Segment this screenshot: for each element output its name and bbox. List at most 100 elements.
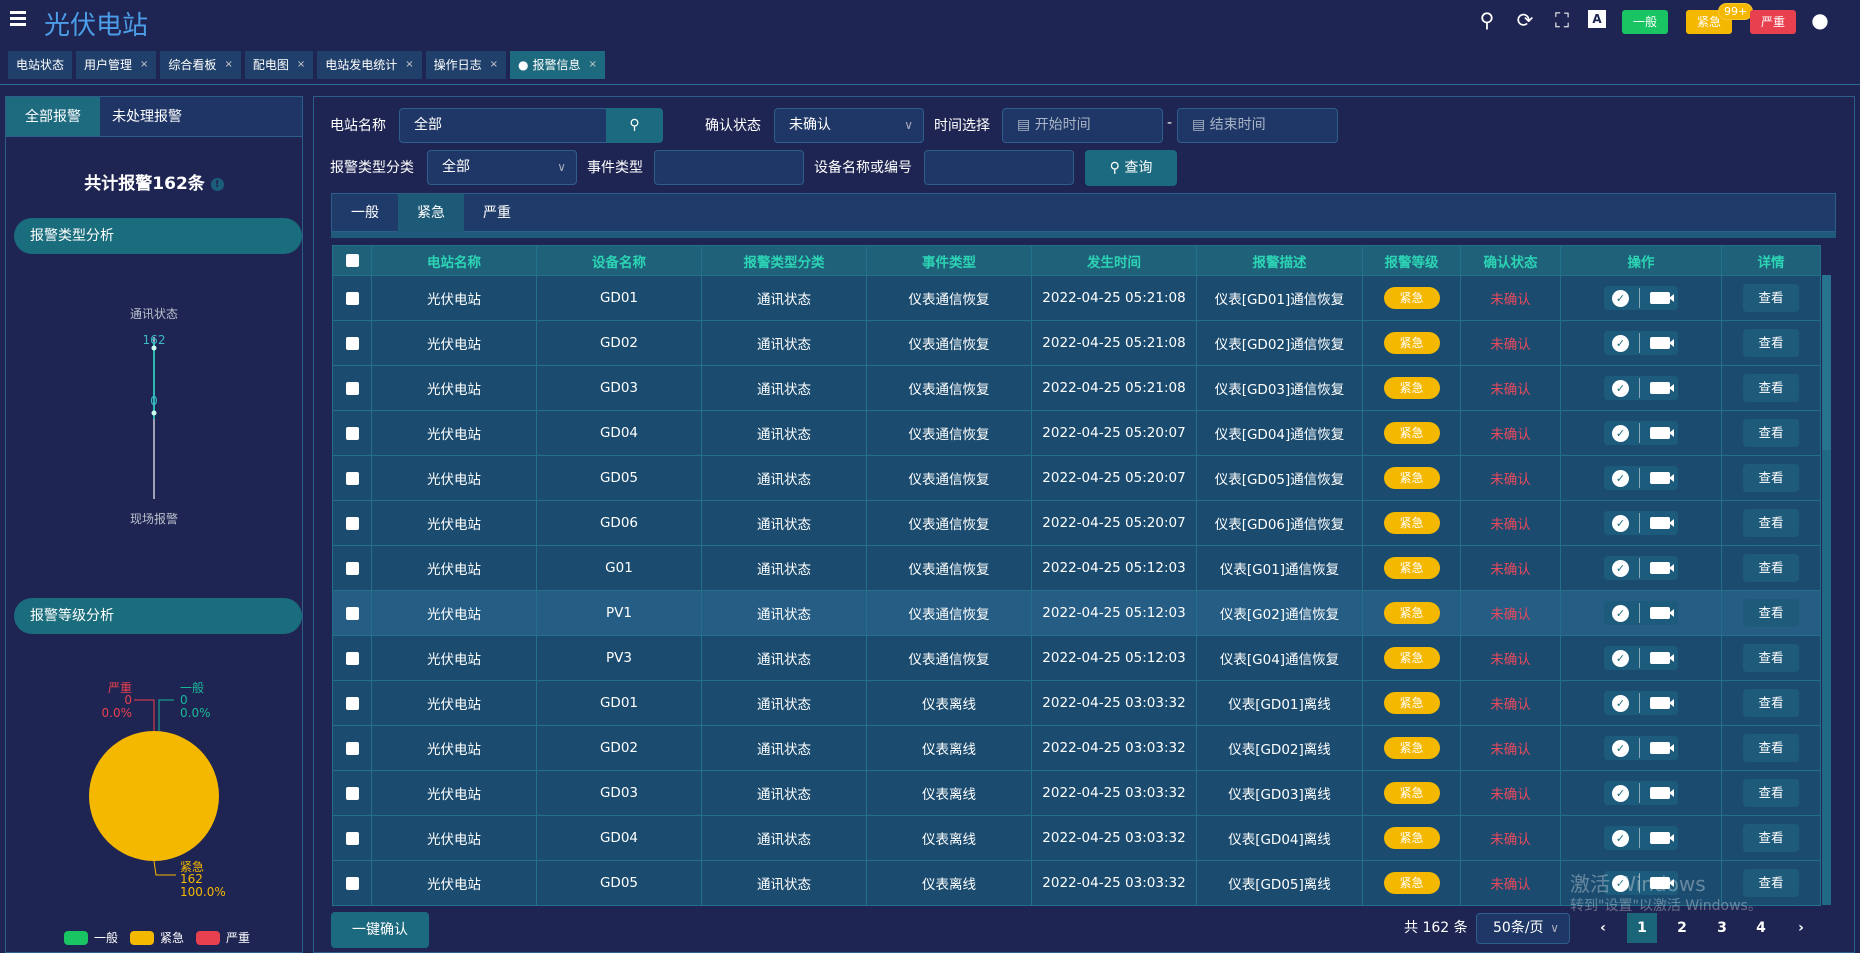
station-search-button[interactable]: ⚲ xyxy=(606,108,663,143)
table-row[interactable]: 光伏电站 GD04 通讯状态 仪表通信恢复 2022-04-25 05:20:07 仪表[… xyxy=(332,410,1821,456)
row-checkbox[interactable] xyxy=(332,770,372,816)
table-row[interactable]: 光伏电站 GD03 通讯状态 仪表通信恢复 2022-04-25 05:21:08 仪表[… xyxy=(332,365,1821,411)
video-camera-icon[interactable] xyxy=(1650,742,1674,754)
row-checkbox[interactable] xyxy=(332,680,372,726)
confirm-check-icon[interactable]: ✓ xyxy=(1612,289,1629,307)
user-icon[interactable]: ● xyxy=(1808,8,1832,32)
confirm-check-icon[interactable]: ✓ xyxy=(1612,424,1629,442)
tab-operation-log[interactable]: 操作日志 × xyxy=(425,51,507,79)
event-type-input[interactable] xyxy=(654,150,804,185)
table-row[interactable]: 光伏电站 PV3 通讯状态 仪表通信恢复 2022-04-25 05:12:03 仪表[G… xyxy=(332,635,1821,681)
row-checkbox[interactable] xyxy=(332,455,372,501)
table-row[interactable]: 光伏电站 GD03 通讯状态 仪表离线 2022-04-25 03:03:32 仪表[GD… xyxy=(332,770,1821,816)
row-checkbox[interactable] xyxy=(332,365,372,411)
video-camera-icon[interactable] xyxy=(1650,697,1674,709)
view-button[interactable]: 查看 xyxy=(1743,509,1799,537)
row-checkbox[interactable] xyxy=(332,590,372,636)
table-row[interactable]: 光伏电站 GD04 通讯状态 仪表离线 2022-04-25 03:03:32 仪表[GD… xyxy=(332,815,1821,861)
view-button[interactable]: 查看 xyxy=(1743,644,1799,672)
tab-user-management[interactable]: 用户管理 × xyxy=(76,51,157,79)
page-3[interactable]: 3 xyxy=(1707,913,1737,943)
level-general-button[interactable]: 一般 xyxy=(1622,10,1668,34)
select-all-checkbox[interactable] xyxy=(332,245,372,276)
refresh-icon[interactable]: ⟳ xyxy=(1513,8,1537,32)
legend-label[interactable]: 严重 xyxy=(226,929,250,946)
row-checkbox[interactable] xyxy=(332,860,372,906)
alarm-type-select[interactable]: 全部 ∨ xyxy=(427,150,577,185)
video-camera-icon[interactable] xyxy=(1650,382,1674,394)
table-row[interactable]: 光伏电站 GD01 通讯状态 仪表离线 2022-04-25 03:03:32 仪表[GD… xyxy=(332,680,1821,726)
tab-general[interactable]: 一般 xyxy=(332,194,398,233)
legend-label[interactable]: 一般 xyxy=(94,929,118,946)
close-icon[interactable]: × xyxy=(490,51,498,79)
video-camera-icon[interactable] xyxy=(1650,607,1674,619)
tab-distribution[interactable]: 配电图 × xyxy=(244,51,314,79)
video-camera-icon[interactable] xyxy=(1650,652,1674,664)
row-checkbox[interactable] xyxy=(332,500,372,546)
row-checkbox[interactable] xyxy=(332,410,372,456)
view-button[interactable]: 查看 xyxy=(1743,779,1799,807)
info-icon[interactable]: ! xyxy=(210,177,224,191)
view-button[interactable]: 查看 xyxy=(1743,284,1799,312)
view-button[interactable]: 查看 xyxy=(1743,374,1799,402)
close-icon[interactable]: × xyxy=(405,51,413,79)
view-button[interactable]: 查看 xyxy=(1743,554,1799,582)
view-button[interactable]: 查看 xyxy=(1743,689,1799,717)
row-checkbox[interactable] xyxy=(332,545,372,591)
confirm-check-icon[interactable]: ✓ xyxy=(1612,514,1629,532)
confirm-check-icon[interactable]: ✓ xyxy=(1612,604,1629,622)
view-button[interactable]: 查看 xyxy=(1743,599,1799,627)
page-1[interactable]: 1 xyxy=(1627,913,1657,943)
view-button[interactable]: 查看 xyxy=(1743,329,1799,357)
next-page-button[interactable]: › xyxy=(1786,913,1816,943)
pie-slice[interactable] xyxy=(89,731,219,861)
table-row[interactable]: 光伏电站 GD02 通讯状态 仪表离线 2022-04-25 03:03:32 仪表[GD… xyxy=(332,725,1821,771)
view-button[interactable]: 查看 xyxy=(1743,824,1799,852)
level-urgent-button[interactable]: 紧急 99+ xyxy=(1686,3,1754,34)
table-row[interactable]: 光伏电站 PV1 通讯状态 仪表通信恢复 2022-04-25 05:12:03 仪表[G… xyxy=(332,590,1821,636)
confirm-check-icon[interactable]: ✓ xyxy=(1612,829,1629,847)
tab-unhandled-alarms[interactable]: 未处理报警 xyxy=(100,97,194,136)
video-camera-icon[interactable] xyxy=(1650,787,1674,799)
query-button[interactable]: ⚲ 查询 xyxy=(1085,150,1177,186)
close-icon[interactable]: × xyxy=(297,51,305,79)
video-camera-icon[interactable] xyxy=(1650,337,1674,349)
table-row[interactable]: 光伏电站 GD02 通讯状态 仪表通信恢复 2022-04-25 05:21:08 仪表[… xyxy=(332,320,1821,366)
tab-generation-stats[interactable]: 电站发电统计 × xyxy=(317,51,422,79)
close-icon[interactable]: × xyxy=(589,51,597,79)
end-time-input[interactable]: ▤ 结束时间 xyxy=(1177,108,1338,143)
view-button[interactable]: 查看 xyxy=(1743,419,1799,447)
video-camera-icon[interactable] xyxy=(1650,562,1674,574)
confirm-check-icon[interactable]: ✓ xyxy=(1612,469,1629,487)
video-camera-icon[interactable] xyxy=(1650,292,1674,304)
video-camera-icon[interactable] xyxy=(1650,427,1674,439)
legend-label[interactable]: 紧急 xyxy=(160,929,184,946)
device-input[interactable] xyxy=(924,150,1074,185)
view-button[interactable]: 查看 xyxy=(1743,869,1799,897)
confirm-all-button[interactable]: 一键确认 xyxy=(331,912,429,948)
page-4[interactable]: 4 xyxy=(1746,913,1776,943)
fullscreen-icon[interactable]: ⛶ xyxy=(1550,8,1574,32)
menu-icon[interactable] xyxy=(10,11,28,27)
view-button[interactable]: 查看 xyxy=(1743,464,1799,492)
tab-severe[interactable]: 严重 xyxy=(464,194,530,233)
row-checkbox[interactable] xyxy=(332,275,372,321)
prev-page-button[interactable]: ‹ xyxy=(1588,913,1618,943)
confirm-check-icon[interactable]: ✓ xyxy=(1612,379,1629,397)
table-scrollbar[interactable] xyxy=(1822,275,1831,905)
table-row[interactable]: 光伏电站 GD06 通讯状态 仪表通信恢复 2022-04-25 05:20:07 仪表[… xyxy=(332,500,1821,546)
confirm-check-icon[interactable]: ✓ xyxy=(1612,784,1629,802)
view-button[interactable]: 查看 xyxy=(1743,734,1799,762)
video-camera-icon[interactable] xyxy=(1650,517,1674,529)
confirm-check-icon[interactable]: ✓ xyxy=(1612,694,1629,712)
tab-urgent[interactable]: 紧急 xyxy=(398,194,464,233)
start-time-input[interactable]: ▤ 开始时间 xyxy=(1002,108,1163,143)
table-row[interactable]: 光伏电站 G01 通讯状态 仪表通信恢复 2022-04-25 05:12:03 仪表[G… xyxy=(332,545,1821,591)
station-input[interactable]: 全部 xyxy=(399,108,622,143)
translate-icon[interactable]: A xyxy=(1588,10,1606,28)
tab-alarm-info[interactable]: ● 报警信息 × xyxy=(510,51,605,79)
row-checkbox[interactable] xyxy=(332,635,372,681)
tab-all-alarms[interactable]: 全部报警 xyxy=(6,97,100,136)
page-2[interactable]: 2 xyxy=(1667,913,1697,943)
row-checkbox[interactable] xyxy=(332,725,372,771)
